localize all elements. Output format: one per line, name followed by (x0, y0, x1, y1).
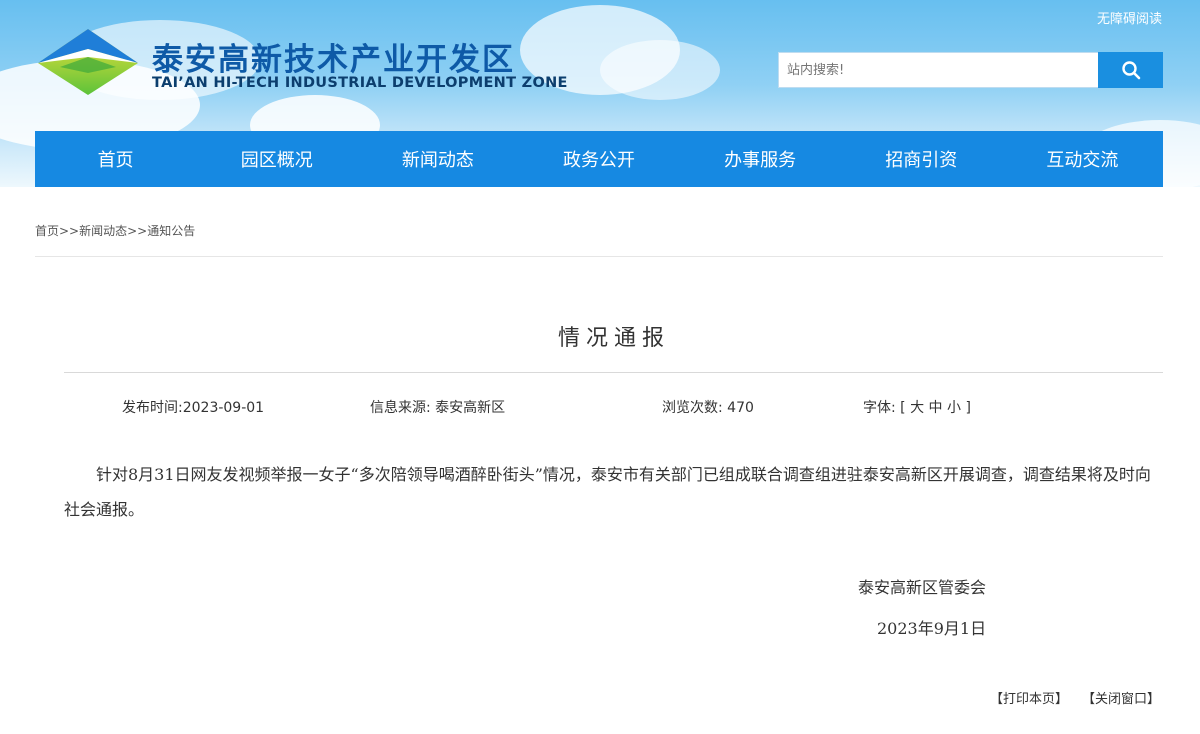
publish-date: 发布时间:2023-09-01 (122, 400, 265, 416)
search-button[interactable] (1098, 52, 1163, 88)
accessibility-link[interactable]: 无障碍阅读 (1097, 8, 1162, 27)
font-medium-button[interactable]: 中 (929, 400, 943, 416)
nav-item-home[interactable]: 首页 (35, 131, 196, 187)
nav-item-overview[interactable]: 园区概况 (196, 131, 357, 187)
font-size-switcher: 字体: [ 大 中 小 ] (863, 397, 971, 417)
nav-item-government[interactable]: 政务公开 (518, 131, 679, 187)
page-actions: 【打印本页】 【关闭窗口】 (990, 688, 1160, 707)
article-title: 情况通报 (557, 326, 670, 351)
font-small-button[interactable]: 小 (947, 400, 961, 416)
font-bracket-close: ] (965, 400, 971, 416)
site-title: 泰安高新技术产业开发区 (152, 42, 515, 78)
info-source: 信息来源: 泰安高新区 (370, 400, 506, 416)
print-page-button[interactable]: 【打印本页】 (990, 688, 1068, 707)
font-bracket-open: [ (900, 400, 906, 416)
cloud-decoration (600, 40, 720, 100)
font-large-button[interactable]: 大 (910, 400, 924, 416)
search-icon (1121, 61, 1140, 80)
breadcrumb[interactable]: 首页>>新闻动态>>通知公告 (35, 222, 195, 239)
signature-org: 泰安高新区管委会 (858, 578, 987, 597)
logo-icon (38, 29, 138, 95)
view-count: 浏览次数: 470 (662, 400, 754, 416)
divider (35, 256, 1163, 257)
signature-date: 2023年9月1日 (877, 619, 987, 638)
font-size-label: 字体: (863, 400, 896, 416)
nav-item-interaction[interactable]: 互动交流 (1002, 131, 1163, 187)
site-subtitle: TAI’AN HI-TECH INDUSTRIAL DEVELOPMENT ZO… (152, 75, 568, 91)
divider (64, 372, 1163, 373)
main-nav: 首页 园区概况 新闻动态 政务公开 办事服务 招商引资 互动交流 (35, 131, 1163, 187)
nav-item-news[interactable]: 新闻动态 (357, 131, 518, 187)
article-body: 针对8月31日网友发视频举报一女子“多次陪领导喝酒醉卧街头”情况，泰安市有关部门… (64, 465, 1151, 519)
nav-item-investment[interactable]: 招商引资 (841, 131, 1002, 187)
search-bar (778, 52, 1163, 88)
search-input[interactable] (778, 52, 1098, 88)
close-window-button[interactable]: 【关闭窗口】 (1082, 688, 1160, 707)
nav-item-services[interactable]: 办事服务 (680, 131, 841, 187)
